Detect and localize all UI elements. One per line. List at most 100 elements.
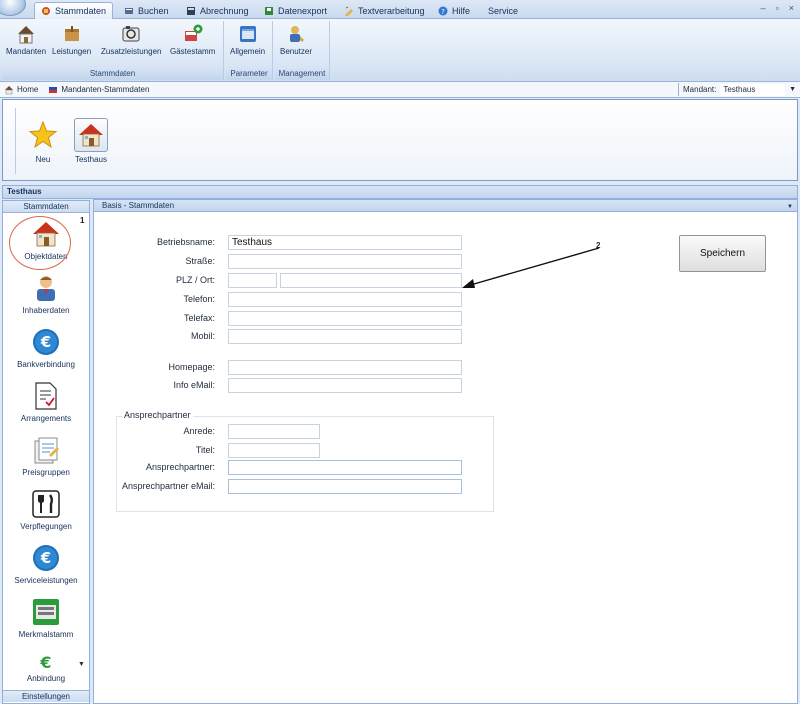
tab-label: Textverarbeitung (358, 5, 425, 16)
star-icon (28, 120, 58, 149)
close-button[interactable]: × (789, 3, 794, 13)
svg-text:€: € (40, 333, 51, 351)
checklist-icon (35, 382, 57, 410)
mobil-input[interactable] (228, 329, 462, 344)
neu-button[interactable]: Neu (26, 118, 60, 164)
label-ansprechpartner: Ansprechpartner: (145, 462, 215, 472)
info-email-input[interactable] (228, 378, 462, 393)
textverarbeitung-icon (345, 6, 353, 16)
tab-textverarbeitung[interactable]: Textverarbeitung (338, 2, 431, 19)
chevron-down-icon[interactable]: ▼ (787, 202, 793, 213)
nav-item-merkmalstamm[interactable]: Merkmalstamm (3, 597, 89, 639)
nav-item-anbindung[interactable]: € Anbindung (3, 653, 89, 683)
label-telefon: Telefon: (183, 294, 215, 304)
anrede-input[interactable] (228, 424, 320, 439)
annotation-arrow (462, 247, 600, 288)
tab-stammdaten[interactable]: Stammdaten (34, 2, 114, 19)
tab-hilfe[interactable]: ? Hilfe (432, 2, 476, 19)
mandant-selector[interactable]: Mandant: Testhaus ▼ (678, 83, 796, 96)
chevron-down-icon[interactable]: ▼ (789, 86, 796, 93)
label-anrede: Anrede: (183, 426, 215, 436)
label-plz-ort: PLZ / Ort: (175, 275, 215, 285)
label-telefax: Telefax: (183, 313, 215, 323)
window-controls: – ▫ × (761, 3, 794, 13)
section-title: Testhaus (2, 185, 798, 199)
tab-label: Buchen (138, 5, 169, 16)
tab-service[interactable]: Service (482, 2, 524, 19)
telefon-input[interactable] (228, 292, 462, 307)
betriebsname-input[interactable] (228, 235, 462, 250)
application-orb[interactable] (0, 0, 26, 16)
gaestestamm-icon (184, 24, 203, 41)
pricelist-icon (34, 437, 59, 464)
scroll-down-icon[interactable]: ▼ (78, 661, 85, 668)
nav-item-serviceleistungen[interactable]: € Serviceleistungen (3, 543, 89, 585)
benutzer-icon (290, 26, 305, 42)
ribbon-group-stammdaten: Mandanten Leistungen Zusatzleistungen Gä… (2, 21, 224, 80)
label-titel: Titel: (195, 445, 215, 455)
euro-icon: € (39, 653, 51, 671)
tab-datenexport[interactable]: Datenexport (258, 2, 333, 19)
ribbon-tab-bar: Stammdaten Buchen Abrechnung Datenexport… (0, 0, 800, 19)
main-panel: Basis - Stammdaten ▼ Betriebsname: Straß… (93, 199, 798, 704)
telefax-input[interactable] (228, 311, 462, 326)
nav-header[interactable]: Stammdaten (3, 201, 89, 213)
contact-legend: Ansprechpartner (122, 410, 193, 420)
plz-input[interactable] (228, 273, 277, 288)
nav-item-arrangements[interactable]: Arrangements (3, 381, 89, 423)
ansprechpartner-input[interactable] (228, 460, 462, 475)
label-ansprechpartner-email: Ansprechpartner eMail: (121, 481, 215, 491)
save-button[interactable]: Speichern (679, 235, 766, 272)
benutzer-button[interactable]: Benutzer (280, 23, 312, 56)
annotation-circle (9, 216, 71, 270)
group-label-parameter: Parameter (226, 69, 272, 80)
tab-label: Hilfe (452, 5, 471, 16)
tab-label: Stammdaten (55, 6, 107, 16)
annotation-number-1: 1 (80, 216, 85, 225)
tab-buchen[interactable]: Buchen (118, 2, 175, 19)
tab-label: Service (488, 5, 519, 16)
abrechnung-icon (187, 6, 195, 15)
leistungen-button[interactable]: Leistungen (52, 23, 91, 56)
ribbon-group-management: Benutzer Management (275, 21, 330, 80)
main-header: Basis - Stammdaten ▼ (94, 200, 797, 212)
action-panel: Neu Testhaus (2, 99, 798, 181)
mandant-label: Mandant: (683, 85, 717, 94)
euro-icon: € (33, 545, 59, 571)
tab-label: Datenexport (278, 5, 328, 16)
homepage-input[interactable] (228, 360, 462, 375)
annotation-number-2: 2 (596, 241, 601, 250)
help-icon: ? (438, 6, 448, 16)
flag-icon (49, 86, 58, 93)
strasse-input[interactable] (228, 254, 462, 269)
features-icon (33, 599, 59, 625)
stammdaten-icon (42, 7, 50, 15)
nav-item-verpflegungen[interactable]: Verpflegungen (3, 489, 89, 531)
breadcrumb-home[interactable]: Home (4, 85, 38, 95)
nav-item-bankverbindung[interactable]: € Bankverbindung (3, 327, 89, 369)
titel-input[interactable] (228, 443, 320, 458)
ort-input[interactable] (280, 273, 462, 288)
nav-footer-einstellungen[interactable]: Einstellungen (3, 690, 89, 702)
house-icon (79, 124, 103, 147)
restore-button[interactable]: ▫ (776, 3, 779, 13)
mandanten-button[interactable]: Mandanten (6, 23, 46, 56)
svg-text:€: € (39, 653, 51, 671)
svg-text:?: ? (441, 8, 445, 16)
cutlery-icon (32, 490, 60, 518)
zusatzleistungen-button[interactable]: Zusatzleistungen (101, 23, 161, 56)
nav-item-inhaberdaten[interactable]: Inhaberdaten (3, 273, 89, 315)
minimize-button[interactable]: – (761, 3, 766, 13)
allgemein-icon (239, 26, 256, 42)
ansprechpartner-email-input[interactable] (228, 479, 462, 494)
nav-item-preisgruppen[interactable]: Preisgruppen (3, 435, 89, 477)
group-label-stammdaten: Stammdaten (2, 69, 223, 80)
allgemein-button[interactable]: Allgemein (230, 23, 265, 56)
gaestestamm-button[interactable]: Gästestamm (170, 23, 215, 56)
testhaus-button[interactable]: Testhaus (74, 118, 108, 164)
breadcrumb-mandanten-stammdaten[interactable]: Mandanten-Stammdaten (48, 85, 149, 95)
tab-abrechnung[interactable]: Abrechnung (180, 2, 255, 19)
ribbon-group-parameter: Allgemein Parameter (226, 21, 273, 80)
label-betriebsname: Betriebsname: (156, 237, 215, 247)
ribbon: Mandanten Leistungen Zusatzleistungen Gä… (0, 19, 800, 82)
